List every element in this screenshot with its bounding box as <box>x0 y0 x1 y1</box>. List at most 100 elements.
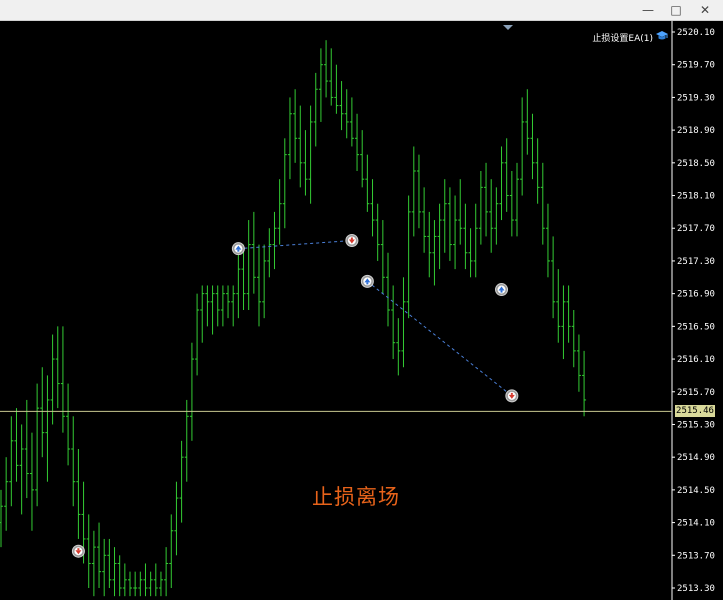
candle-bar <box>535 138 540 204</box>
minimize-icon[interactable]: — <box>633 0 663 20</box>
trade-connector-line <box>367 280 513 397</box>
candle-bar <box>582 350 587 417</box>
candle-bar <box>226 285 231 319</box>
chart-shift-marker[interactable] <box>503 25 513 30</box>
candle-bar <box>55 326 60 409</box>
candle-bar <box>86 514 91 588</box>
candle-bar <box>551 236 556 319</box>
candle-bar <box>133 571 138 597</box>
candle-bar <box>277 179 282 245</box>
candle-bar <box>14 408 19 482</box>
candle-bar <box>473 203 478 278</box>
candle-bar <box>102 538 107 597</box>
current-price-label: 2515.46 <box>675 405 715 417</box>
candle-bar <box>499 146 504 221</box>
candle-bar <box>272 211 277 270</box>
candle-bar <box>365 154 370 212</box>
candle-bar <box>484 162 489 237</box>
candle-bar <box>231 285 236 327</box>
candle-bar <box>153 563 158 597</box>
candle-bar <box>200 285 205 343</box>
candle-bar <box>76 449 81 539</box>
price-tick-label: 2518.10 <box>677 192 715 202</box>
candle-bar <box>35 383 40 507</box>
candle-bar <box>458 179 463 245</box>
price-chart[interactable]: 2520.10 2519.70 2519.30 2518.90 2518.50 2518.… <box>0 21 723 600</box>
price-axis-ticks: 2520.10 2519.70 2519.30 2518.90 2518.50 2518.… <box>672 28 715 594</box>
candle-bar <box>210 285 215 335</box>
graduation-cap-icon[interactable] <box>655 30 669 42</box>
sell-exit-icon[interactable] <box>345 234 359 247</box>
price-tick-label: 2517.30 <box>677 257 715 267</box>
candle-bar <box>251 211 256 294</box>
candle-bar <box>303 130 308 196</box>
candle-bar <box>91 530 96 597</box>
trade-markers[interactable] <box>71 234 519 558</box>
maximize-icon[interactable]: □ <box>661 0 691 20</box>
candle-bar <box>437 203 442 270</box>
candle-bar <box>375 203 380 261</box>
candle-bar <box>355 113 360 171</box>
candle-bar <box>406 195 411 319</box>
candle-bar <box>515 162 519 237</box>
candle-bar <box>313 72 318 147</box>
candle-bar <box>4 457 9 531</box>
stop-loss-exit-annotation: 止损离场 <box>312 485 400 509</box>
candle-bar <box>112 547 117 597</box>
candle-bar <box>24 399 29 499</box>
candle-bar <box>128 571 132 597</box>
candle-bar <box>246 220 251 310</box>
candle-bar <box>427 211 432 278</box>
candle-bar <box>184 399 189 482</box>
candle-bar <box>189 342 194 441</box>
candle-bar <box>179 440 184 523</box>
buy-entry-icon[interactable] <box>495 283 509 297</box>
price-tick-label: 2514.90 <box>677 453 715 463</box>
candle-bar <box>205 285 210 327</box>
candle-bar <box>494 187 499 245</box>
candle-bar <box>122 563 127 597</box>
candle-bar <box>520 97 525 196</box>
candle-bar <box>40 367 45 458</box>
candle-bar <box>525 89 530 155</box>
candle-bar <box>148 571 153 597</box>
candle-bar <box>540 162 545 245</box>
candle-bar <box>66 383 71 466</box>
buy-entry-icon[interactable] <box>231 242 245 256</box>
candle-bar <box>9 416 14 507</box>
sell-exit-icon[interactable] <box>505 389 519 403</box>
close-icon[interactable]: ✕ <box>690 0 720 20</box>
candle-bar <box>561 285 566 360</box>
price-tick-label: 2515.30 <box>677 420 715 430</box>
candle-bar <box>329 48 334 106</box>
candle-bar <box>489 179 494 253</box>
candle-bar <box>29 432 34 531</box>
candle-bar <box>267 228 272 278</box>
trading-terminal-window: — □ ✕ 2520.10 2519.70 2519.30 2518.90 2518.5… <box>0 0 723 600</box>
price-tick-label: 2519.70 <box>677 61 715 71</box>
candle-bar <box>215 285 220 327</box>
candle-bar <box>97 522 102 588</box>
candle-bar <box>478 171 483 245</box>
buy-entry-icon[interactable] <box>360 274 374 288</box>
candle-bar <box>422 187 427 253</box>
price-tick-label: 2516.50 <box>677 322 715 332</box>
candle-bar <box>324 40 329 98</box>
candle-bar <box>0 489 3 548</box>
ea-name-label[interactable]: 止损设置EA(1) <box>592 31 653 44</box>
sell-exit-icon[interactable] <box>71 544 85 558</box>
candle-bar <box>241 244 246 310</box>
price-tick-label: 2518.90 <box>677 126 715 136</box>
candle-bar <box>391 285 396 360</box>
candle-bar <box>220 285 225 327</box>
candle-bar <box>386 252 390 327</box>
price-tick-label: 2518.50 <box>677 159 715 169</box>
candle-bar <box>447 187 452 261</box>
candle-bar <box>432 220 437 286</box>
candle-bar <box>370 179 375 237</box>
candle-bar <box>282 138 287 229</box>
candle-bar <box>556 269 561 343</box>
candle-bar <box>45 375 50 482</box>
candle-bar <box>138 571 143 597</box>
candle-bar <box>380 220 385 294</box>
